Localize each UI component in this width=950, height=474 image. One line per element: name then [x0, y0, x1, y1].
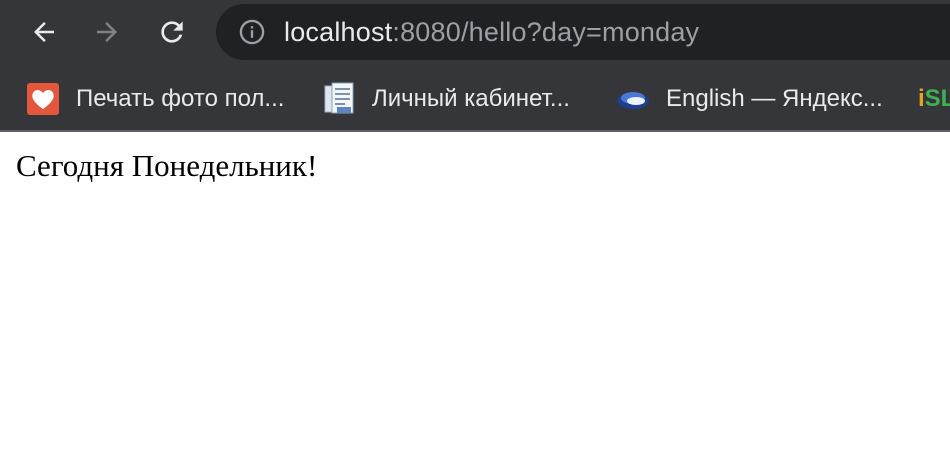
address-bar[interactable]: localhost:8080/hello?day=monday: [216, 4, 950, 60]
page-content: Сегодня Понедельник!: [0, 132, 950, 474]
bookmark-label: Личный кабинет...: [372, 85, 570, 112]
islate-logo: iSL: [918, 85, 950, 112]
forward-button[interactable]: [87, 12, 127, 52]
yandex-disk-icon: [616, 82, 650, 116]
reload-button[interactable]: [152, 12, 192, 52]
bookmark-islate[interactable]: iSL: [918, 82, 950, 116]
bookmark-print-photo[interactable]: Печать фото пол...: [26, 82, 284, 116]
bookmark-label: English — Яндекс...: [666, 85, 883, 112]
url-host: localhost: [284, 16, 393, 47]
document-icon: [322, 82, 356, 116]
url-path: :8080/hello?day=monday: [392, 16, 700, 47]
bookmark-label: Печать фото пол...: [76, 85, 285, 112]
back-button[interactable]: [24, 12, 64, 52]
heart-icon: [26, 82, 60, 116]
bookmarks-bar: Печать фото пол... Личный кабинет... Eng…: [0, 66, 950, 132]
day-message: Сегодня Понедельник!: [16, 148, 318, 183]
browser-toolbar: localhost:8080/hello?day=monday: [0, 0, 950, 66]
bookmark-english-yandex[interactable]: English — Яндекс...: [616, 82, 883, 116]
bookmark-personal-cabinet[interactable]: Личный кабинет...: [322, 82, 570, 116]
reload-icon: [161, 21, 183, 43]
arrow-right-icon: [97, 22, 117, 42]
arrow-left-icon: [34, 22, 54, 42]
info-icon[interactable]: [238, 18, 266, 46]
url-text[interactable]: localhost:8080/hello?day=monday: [284, 17, 699, 48]
browser-window: localhost:8080/hello?day=monday Печать ф…: [0, 0, 950, 474]
